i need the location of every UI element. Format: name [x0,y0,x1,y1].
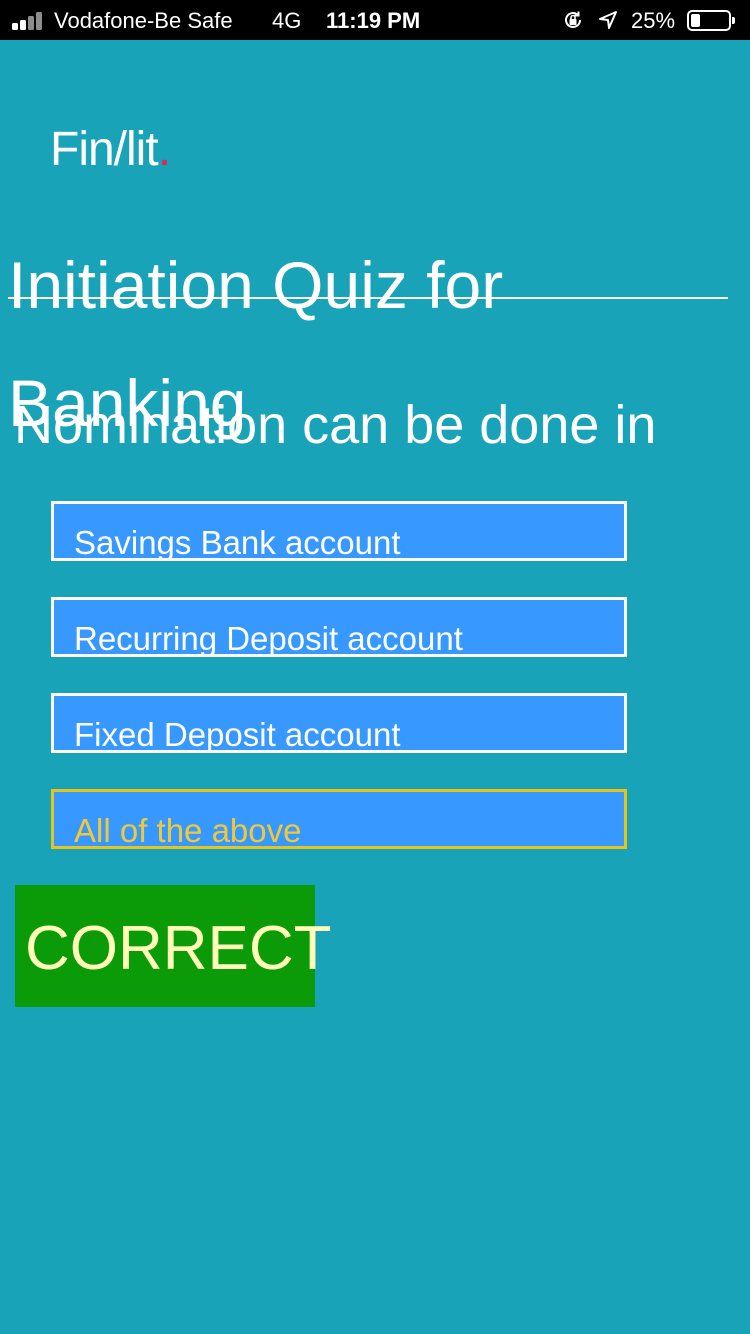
title-underline [8,297,728,299]
answer-option-label: Savings Bank account [74,524,401,561]
brand-dot: . [157,123,171,176]
status-time: 11:19 PM [326,8,421,33]
answer-option-label: Recurring Deposit account [74,620,463,657]
carrier-name: Vodafone-Be Safe [54,8,233,33]
location-arrow-icon [597,9,619,31]
answer-option-label: Fixed Deposit account [74,716,401,753]
battery-percentage: 25% [631,8,676,33]
battery-icon [687,10,735,31]
answer-option-recurring-deposit[interactable]: Recurring Deposit account [51,597,627,657]
answer-option-all-of-the-above[interactable]: All of the above [51,789,627,849]
signal-icon [12,12,46,30]
status-bar: Vodafone-Be Safe 4G 11:19 PM 25% [0,0,750,40]
answer-option-fixed-deposit[interactable]: Fixed Deposit account [51,693,627,753]
quiz-title-line-1: Initiation Quiz for [8,248,504,322]
network-type: 4G [272,8,302,33]
brand-logo: Fin/lit. [50,122,171,177]
result-badge: CORRECT [15,885,332,1007]
brand-name: Fin/lit [50,123,159,176]
answer-option-label: All of the above [74,812,302,849]
answer-option-savings-bank[interactable]: Savings Bank account [51,501,627,561]
result-label: CORRECT [25,914,332,983]
question-text: Nomination can be done in [14,395,657,455]
orientation-lock-icon [562,9,584,31]
